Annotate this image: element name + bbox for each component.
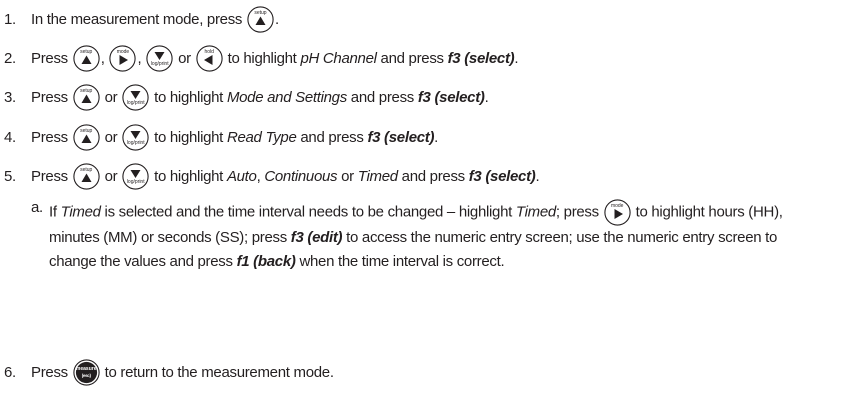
- step-number: 6.: [4, 363, 16, 381]
- emphasis-term: Auto: [226, 167, 257, 185]
- step-number: 4.: [4, 128, 16, 146]
- softkey-label: f3 (select): [367, 128, 435, 146]
- step-number: 2.: [4, 49, 16, 67]
- step-text-end: .: [274, 10, 279, 28]
- log-print-down-key-icon: log/print: [146, 45, 173, 72]
- emphasis-term: pH Channel: [300, 49, 377, 67]
- emphasis-term: Read Type: [226, 128, 297, 146]
- step-6: 6. Press measure (esc) to return to the …: [0, 358, 334, 386]
- substep-a: a. If Timed is selected and the time int…: [31, 199, 825, 274]
- setup-up-key-icon: setup: [247, 6, 274, 33]
- substep-text: If Timed is selected and the time interv…: [49, 199, 825, 274]
- setup-up-key-icon: setup: [73, 124, 100, 151]
- step-number: 3.: [4, 88, 16, 106]
- measure-esc-key-icon: measure (esc): [73, 358, 100, 386]
- hold-left-key-icon: hold: [196, 45, 223, 72]
- step-4: 4. Press setup or log/print to highlight…: [0, 123, 438, 151]
- log-print-down-key-icon: log/print: [122, 163, 149, 190]
- emphasis-term: Mode and Settings: [226, 88, 347, 106]
- setup-up-key-icon: setup: [73, 84, 100, 111]
- step-text: In the measurement mode, press: [31, 10, 243, 28]
- mode-right-key-icon: mode: [109, 45, 136, 72]
- instruction-document: 1. In the measurement mode, press setup …: [0, 0, 862, 402]
- step-5: 5. Press setup or log/print to highlight…: [0, 162, 540, 190]
- step-number: 1.: [4, 10, 16, 28]
- setup-up-key-icon: setup: [73, 163, 100, 190]
- emphasis-term: Continuous: [264, 167, 338, 185]
- step-text: Press: [31, 49, 68, 67]
- softkey-label: f3 (select): [447, 49, 515, 67]
- log-print-down-key-icon: log/print: [122, 124, 149, 151]
- mode-right-key-icon: mode: [604, 199, 631, 226]
- step-2: 2. Press setup , mode , log/print or hol…: [0, 44, 519, 72]
- softkey-label: f3 (select): [468, 167, 536, 185]
- softkey-label: f3 (select): [417, 88, 485, 106]
- substep-letter: a.: [31, 199, 43, 216]
- log-print-down-key-icon: log/print: [122, 84, 149, 111]
- setup-up-key-icon: setup: [73, 45, 100, 72]
- step-3: 3. Press setup or log/print to highlight…: [0, 83, 489, 111]
- step-1: 1. In the measurement mode, press setup …: [0, 5, 279, 33]
- emphasis-term: Timed: [357, 167, 398, 185]
- step-number: 5.: [4, 167, 16, 185]
